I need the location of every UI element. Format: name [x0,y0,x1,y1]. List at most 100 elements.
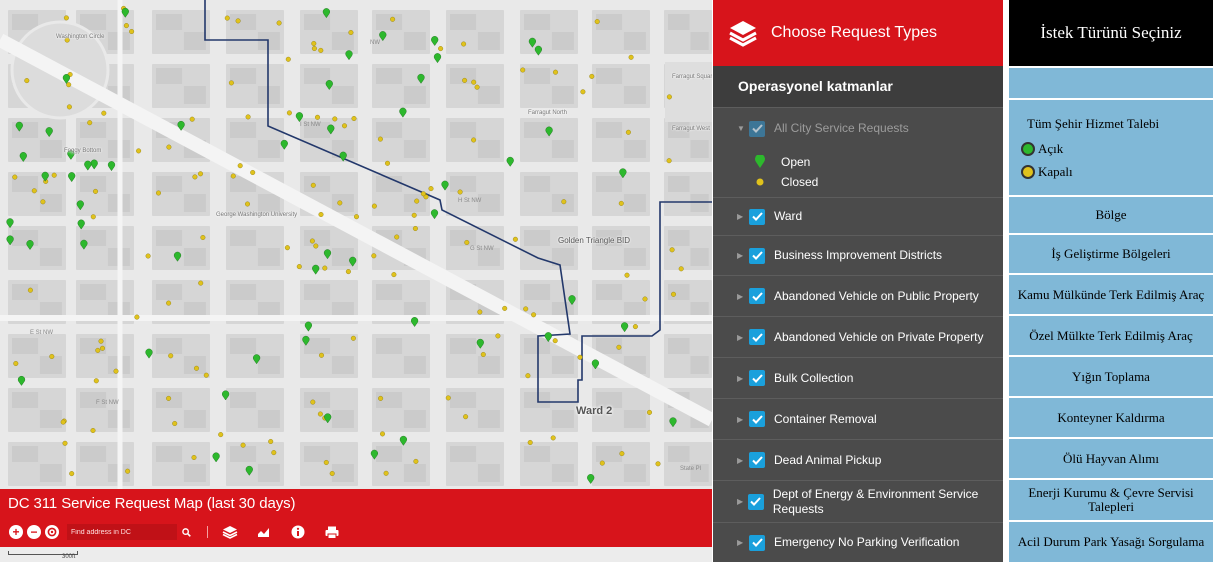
collapse-icon[interactable]: ▼ [737,124,747,133]
checkbox[interactable] [749,247,765,264]
print-button[interactable] [320,523,344,541]
closed-request-marker [671,291,677,297]
place-label-gwu: George Washington University [216,212,298,218]
address-input[interactable] [67,524,177,540]
building [551,410,574,428]
zoom-in-button[interactable]: + [9,525,23,539]
closed-request-marker [332,116,338,122]
closed-request-marker [512,236,518,242]
building [690,32,709,50]
checkbox[interactable] [749,120,765,137]
expand-icon[interactable]: ▶ [737,251,747,260]
building [623,410,646,428]
building [623,194,646,212]
search-button[interactable] [177,524,195,540]
layer-row[interactable]: ▶ Dead Animal Pickup [713,439,1003,480]
building [230,122,257,138]
building [450,14,477,30]
expand-icon[interactable]: ▶ [737,292,747,301]
closed-request-marker [655,461,661,467]
tr-item-cell[interactable]: Ölü Hayvan Alımı [1009,439,1213,478]
building [403,464,426,482]
building [183,194,206,212]
translation-panel: İstek Türünü Seçiniz Tüm Şehir Hizmet Ta… [1009,0,1213,562]
expand-icon[interactable]: ▶ [737,212,747,221]
layer-row[interactable]: ▶ Abandoned Vehicle on Public Property [713,275,1003,316]
info-button[interactable] [286,523,310,541]
layer-row[interactable]: ▶ Dept of Energy & Environment Service Re… [713,480,1003,522]
expand-icon[interactable]: ▶ [737,374,747,383]
locate-button[interactable] [45,525,59,539]
layer-row[interactable]: ▶ Emergency No Parking Verification [713,522,1003,562]
layer-row[interactable]: ▶ Container Removal [713,398,1003,439]
building [403,194,426,212]
closed-request-marker [51,172,57,178]
building [450,338,477,354]
tr-item-cell[interactable]: Bölge [1009,197,1213,233]
closed-request-marker [390,16,396,22]
closed-request-marker [647,409,653,415]
tr-item-cell[interactable]: İş Geliştirme Bölgeleri [1009,235,1213,273]
building [156,176,183,192]
tr-item-cell[interactable]: Özel Mülkte Terk Edilmiş Araç [1009,316,1213,355]
tr-item-cell[interactable]: Konteyner Kaldırma [1009,398,1213,437]
checkbox[interactable] [747,493,764,510]
building [596,122,623,138]
expand-icon[interactable]: ▶ [737,538,747,547]
closed-request-marker [245,114,251,120]
checkbox[interactable] [749,208,765,225]
chart-button[interactable] [252,523,276,541]
layer-label: Emergency No Parking Verification [774,535,960,549]
building [524,446,551,462]
layer-row[interactable]: ▶ Abandoned Vehicle on Private Property [713,316,1003,357]
checkbox[interactable] [749,452,765,468]
building [477,32,500,50]
street-label-state: State Pl [680,466,702,472]
checkbox[interactable] [749,370,765,386]
tr-item-cell[interactable]: Acil Durum Park Yasağı Sorgulama [1009,522,1213,562]
closed-request-marker [62,440,68,446]
layers-button[interactable] [218,523,242,541]
closed-request-marker [383,470,389,476]
building [230,68,257,84]
building [257,32,280,50]
closed-request-marker [134,314,140,320]
building [376,284,403,300]
layer-row[interactable]: ▶ Ward [713,197,1003,235]
expand-icon[interactable]: ▶ [737,333,747,342]
closed-request-marker [471,79,477,85]
checkbox[interactable] [749,329,765,345]
closed-request-marker [40,199,46,205]
expand-icon[interactable]: ▶ [737,415,747,424]
tr-item-cell[interactable]: Kamu Mülkünde Terk Edilmiş Araç [1009,275,1213,314]
closed-request-marker [348,30,354,36]
expand-icon[interactable]: ▶ [737,456,747,465]
building [690,356,709,374]
building [156,338,183,354]
building [450,392,477,408]
tr-item-cell[interactable]: Yığın Toplama [1009,357,1213,396]
search-icon [181,527,191,537]
layer-panel-header: Choose Request Types [713,0,1003,66]
map-view[interactable]: Washington Circle Foggy Bottom Farragut … [0,0,712,562]
building [12,392,39,408]
check-icon [751,455,763,465]
expand-icon[interactable]: ▶ [737,497,746,506]
closed-request-marker [354,214,360,220]
layer-panel-title: Choose Request Types [771,24,938,41]
checkbox[interactable] [749,534,765,551]
zoom-out-button[interactable]: − [27,525,41,539]
layer-row[interactable]: ▶ Bulk Collection [713,357,1003,398]
closed-request-marker [337,200,343,206]
map-toolbar: + − [9,523,344,541]
tr-item-cell[interactable]: Enerji Kurumu & Çevre Servisi Talepleri [1009,480,1213,520]
checkbox[interactable] [749,411,765,427]
checkbox[interactable] [749,288,765,304]
layer-row-all-requests[interactable]: ▼ All City Service Requests [713,107,1003,149]
building [477,410,500,428]
closed-request-marker [311,41,317,47]
building [596,68,623,84]
building [524,284,551,300]
layer-row[interactable]: ▶ Business Improvement Districts [713,235,1003,275]
map-canvas[interactable] [0,0,712,562]
